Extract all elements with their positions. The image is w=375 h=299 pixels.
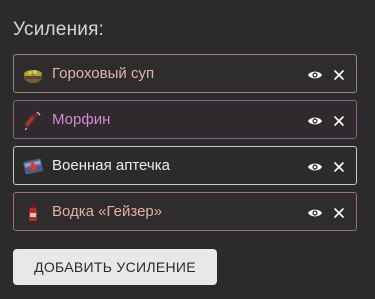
boost-label: Военная аптечка — [52, 157, 170, 174]
boost-label: Морфин — [52, 111, 111, 128]
boost-label: Водка «Гейзер» — [52, 203, 163, 220]
morphine-syringe-icon — [22, 109, 44, 131]
boost-label: Гороховый суп — [52, 65, 155, 82]
eye-icon[interactable] — [307, 68, 323, 80]
pea-soup-icon — [22, 63, 44, 85]
boost-item-vodka-geyser[interactable]: Водка «Гейзер» — [13, 192, 357, 231]
close-icon[interactable] — [333, 206, 345, 218]
close-icon[interactable] — [333, 160, 345, 172]
close-icon[interactable] — [333, 114, 345, 126]
eye-icon[interactable] — [307, 114, 323, 126]
eye-icon[interactable] — [307, 160, 323, 172]
add-boost-button[interactable]: ДОБАВИТЬ УСИЛЕНИЕ — [13, 249, 217, 285]
boost-item-morphine[interactable]: Морфин — [13, 100, 357, 139]
military-medkit-icon — [22, 155, 44, 177]
eye-icon[interactable] — [307, 206, 323, 218]
close-icon[interactable] — [333, 68, 345, 80]
boost-item-pea-soup[interactable]: Гороховый суп — [13, 54, 357, 93]
vodka-bottle-icon — [22, 201, 44, 223]
panel-title: Усиления: — [13, 19, 105, 40]
boosts-panel: Усиления: Гороховый суп Морфин Военная а… — [0, 0, 375, 299]
boost-item-military-medkit[interactable]: Военная аптечка — [13, 146, 357, 185]
